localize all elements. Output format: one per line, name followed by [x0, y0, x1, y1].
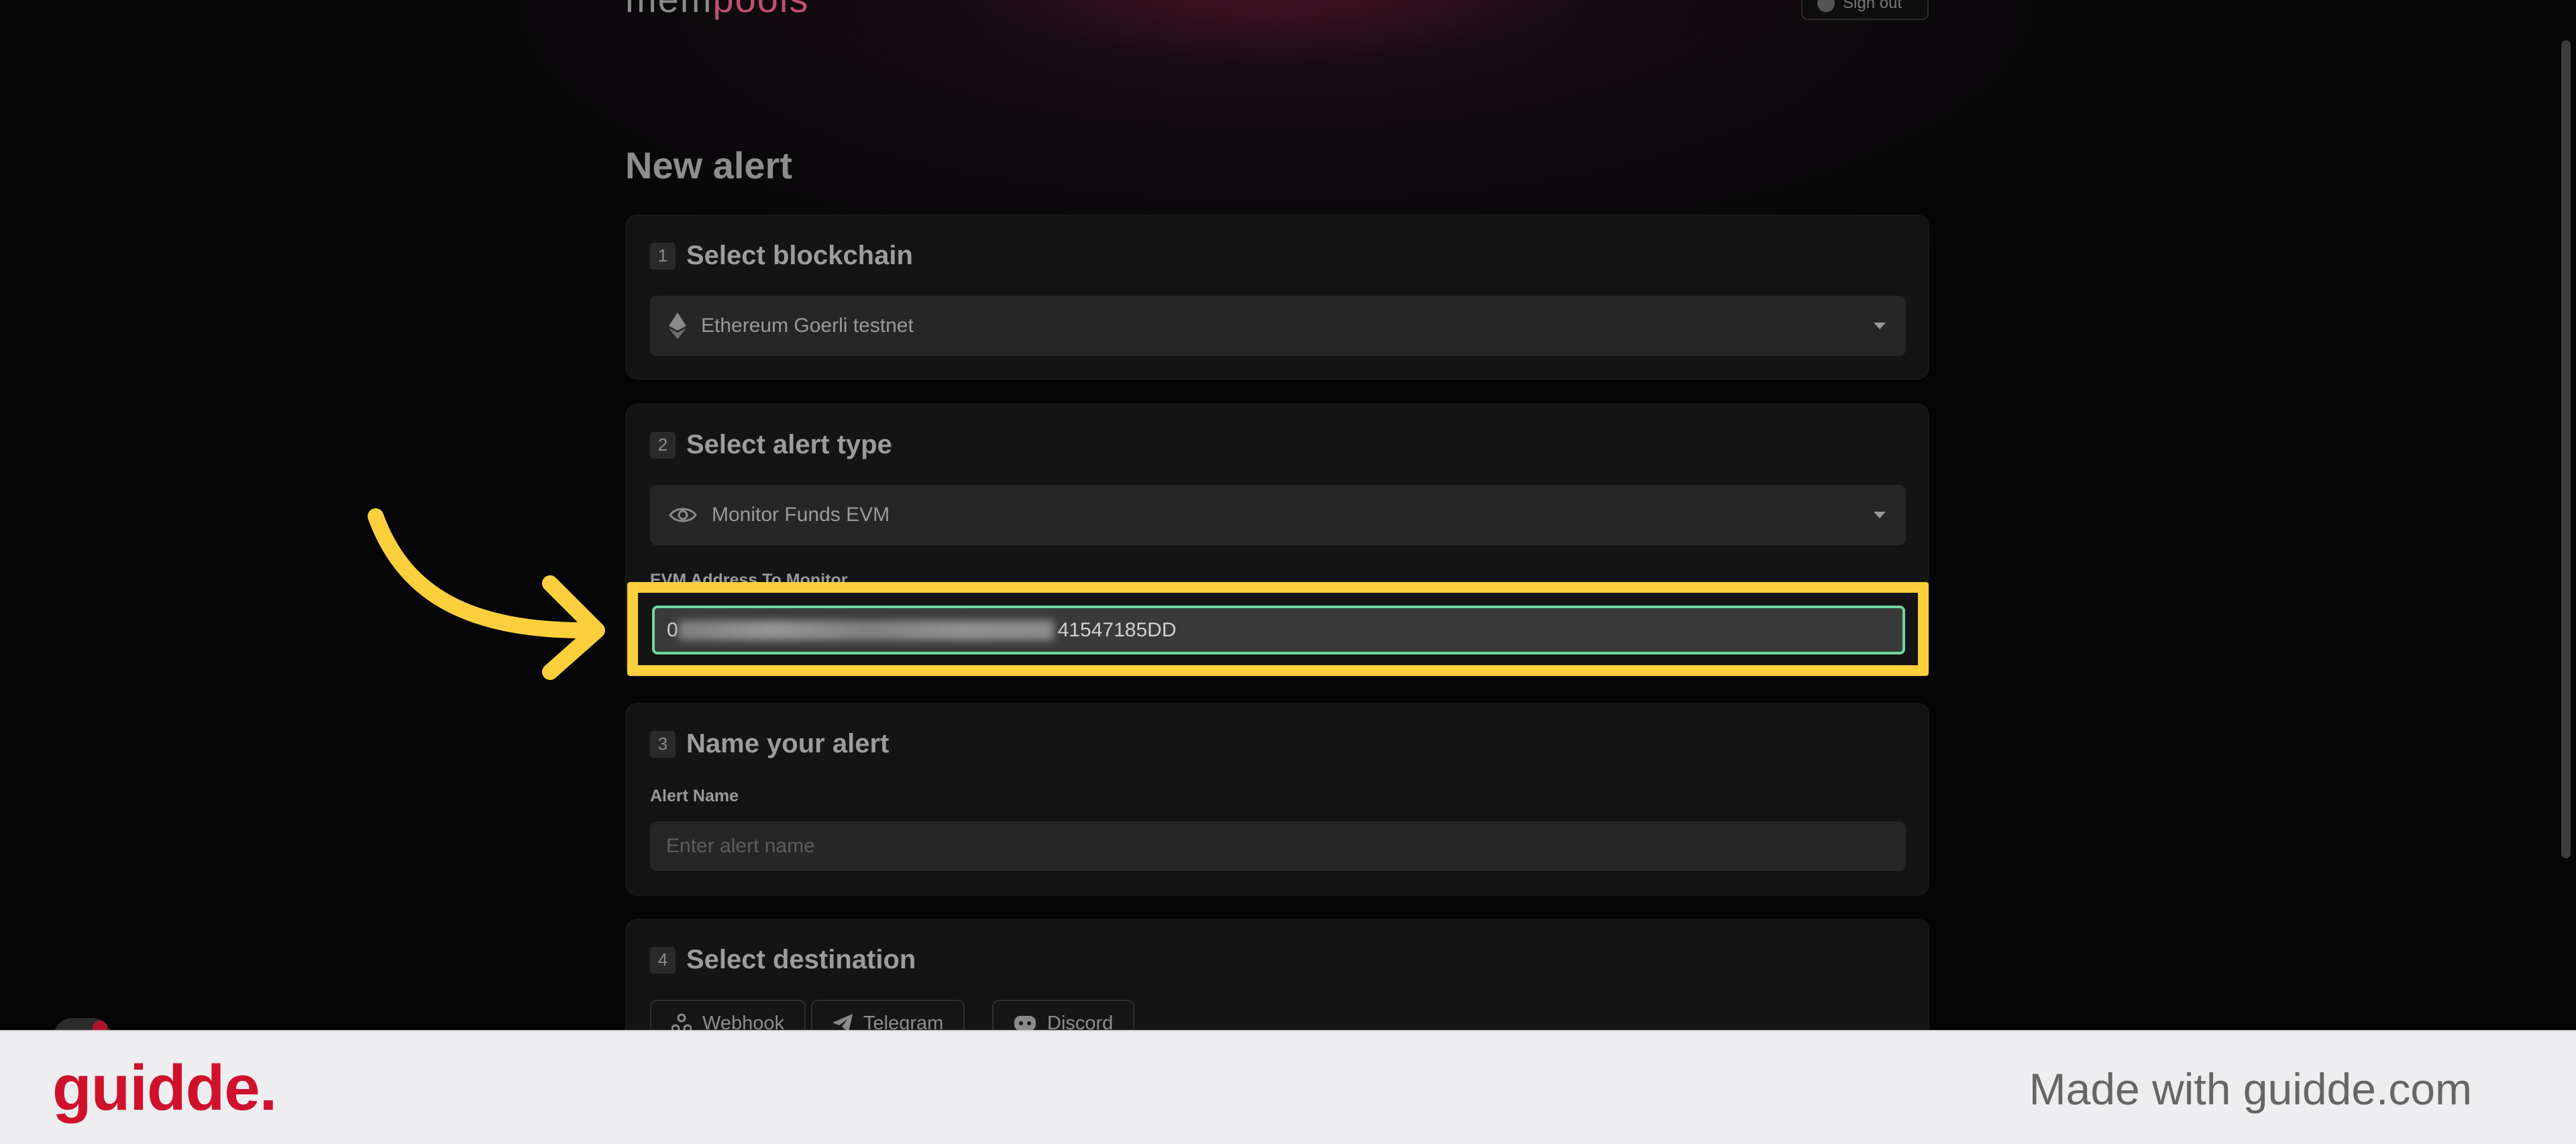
- step-header: 4 Select destination: [650, 945, 916, 975]
- destination-discord-button[interactable]: Discord: [992, 1000, 1135, 1031]
- step-title: Name your alert: [686, 729, 890, 758]
- page-title: New alert: [625, 144, 792, 186]
- step-header: 2 Select alert type: [650, 430, 892, 460]
- page-scrollbar[interactable]: [2561, 40, 2571, 858]
- mempools-logo[interactable]: mempools: [625, 0, 809, 21]
- alert-type-select[interactable]: Monitor Funds EVM: [650, 485, 1906, 545]
- alert-name-input[interactable]: [650, 821, 1906, 871]
- step-number: 4: [650, 946, 676, 974]
- step-card-destination: 4 Select destination Webhook Telegram Di…: [625, 919, 1929, 1030]
- chevron-down-icon: [1874, 323, 1886, 329]
- ethereum-icon: [669, 312, 686, 339]
- destination-webhook-button[interactable]: Webhook: [650, 1000, 806, 1030]
- step-card-blockchain: 1 Select blockchain Ethereum Goerli test…: [625, 215, 1929, 380]
- eye-icon: [669, 508, 697, 522]
- blockchain-select[interactable]: Ethereum Goerli testnet: [650, 296, 1906, 356]
- destination-label: Discord: [1047, 1012, 1114, 1031]
- destination-label: Webhook: [702, 1012, 784, 1031]
- sign-out-label: Sign out: [1843, 0, 1902, 12]
- made-with-label: Made with guidde.com: [2029, 1064, 2472, 1114]
- app-viewport: mempools Sign out New alert 1 Select blo…: [0, 0, 2576, 1030]
- logo-text-accent: pools: [712, 0, 809, 20]
- step-title: Select destination: [686, 945, 916, 974]
- telegram-icon: [833, 1014, 853, 1030]
- alert-type-select-value: Monitor Funds EVM: [712, 504, 890, 526]
- pointer-arrow-icon: [368, 508, 605, 680]
- logo-text: mem: [625, 0, 712, 20]
- step-header: 3 Name your alert: [650, 729, 889, 759]
- discord-icon: [1014, 1016, 1036, 1030]
- destination-telegram-button[interactable]: Telegram: [811, 1000, 965, 1030]
- step-card-name: 3 Name your alert Alert Name: [625, 703, 1929, 896]
- highlight-box: [627, 582, 1929, 676]
- step-number: 3: [650, 730, 676, 758]
- guidde-logo: guidde.: [52, 1052, 277, 1124]
- step-header: 1 Select blockchain: [650, 241, 913, 271]
- chevron-down-icon: [1874, 512, 1886, 518]
- step-title: Select alert type: [686, 430, 892, 459]
- destination-label: Telegram: [863, 1012, 944, 1031]
- step-number: 1: [650, 242, 676, 270]
- alert-name-label: Alert Name: [650, 787, 739, 805]
- step-number: 2: [650, 431, 676, 459]
- step-title: Select blockchain: [686, 241, 913, 270]
- sign-out-button[interactable]: Sign out: [1801, 0, 1929, 20]
- blockchain-select-value: Ethereum Goerli testnet: [701, 314, 914, 337]
- guidde-footer: guidde. Made with guidde.com: [0, 1030, 2576, 1144]
- user-avatar-icon: [1817, 0, 1835, 12]
- webhook-icon: [672, 1013, 692, 1030]
